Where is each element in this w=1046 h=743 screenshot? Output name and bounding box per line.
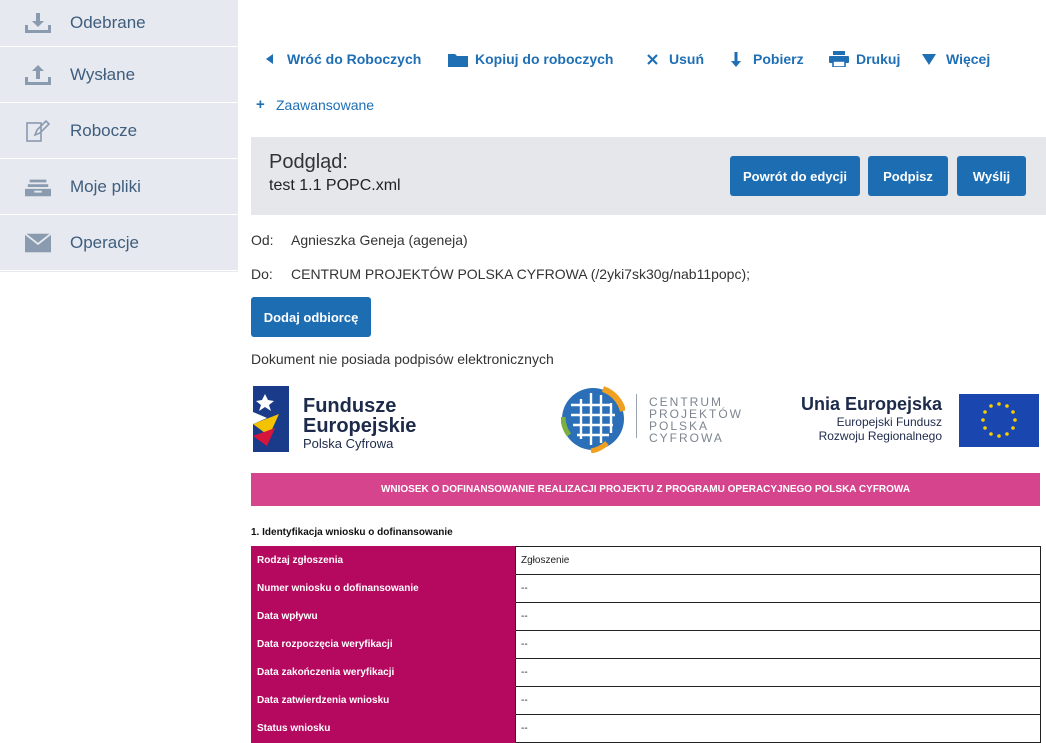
row-value: Zgłoszenie xyxy=(515,546,1041,575)
message-toolbar: Wróć do Roboczych Kopiuj do roboczych Us… xyxy=(251,44,1041,74)
form-banner: WNIOSEK O DOFINANSOWANIE REALIZACJI PROJ… xyxy=(251,473,1040,506)
close-icon xyxy=(641,53,663,65)
sidebar-item-label: Operacje xyxy=(70,232,139,252)
draft-edit-icon xyxy=(25,119,51,142)
table-row: Data zakończenia weryfikacji -- xyxy=(251,658,1041,687)
table-row: Rodzaj zgłoszenia Zgłoszenie xyxy=(251,546,1041,575)
logos-strip: Fundusze Europejskie Polska Cyfrowa CENT… xyxy=(251,380,1041,458)
sign-button[interactable]: Podpisz xyxy=(868,156,948,196)
folder-icon xyxy=(447,52,469,67)
identification-table: Rodzaj zgłoszenia Zgłoszenie Numer wnios… xyxy=(251,546,1041,743)
file-name: test 1.1 POPC.xml xyxy=(269,177,401,194)
to-line: Do: CENTRUM PROJEKTÓW POLSKA CYFROWA (/2y… xyxy=(251,266,751,282)
row-label: Status wniosku xyxy=(251,714,516,743)
preview-header: Podgląd: test 1.1 POPC.xml Powrót do edy… xyxy=(251,137,1046,215)
sidebar-item-label: Moje pliki xyxy=(70,176,141,196)
from-value: Agnieszka Geneja (ageneja) xyxy=(291,232,468,248)
row-label: Rodzaj zgłoszenia xyxy=(251,546,516,575)
back-to-edit-button[interactable]: Powrót do edycji xyxy=(730,156,860,196)
arrow-down-icon xyxy=(725,51,747,67)
plus-icon: + xyxy=(256,96,265,113)
row-value: -- xyxy=(515,686,1041,715)
signature-status: Dokument nie posiada podpisów elektronic… xyxy=(251,351,554,367)
advanced-toggle[interactable]: + Zaawansowane xyxy=(256,96,374,113)
sidebar-item-operations[interactable]: Operacje xyxy=(0,215,238,271)
sidebar-item-label: Robocze xyxy=(70,120,138,140)
fundusze-europejskie-logo-icon xyxy=(251,384,291,459)
add-recipient-button[interactable]: Dodaj odbiorcę xyxy=(251,297,371,337)
printer-icon xyxy=(828,51,850,67)
row-label: Numer wniosku o dofinansowanie xyxy=(251,574,516,603)
table-row: Data rozpoczęcia weryfikacji -- xyxy=(251,630,1041,659)
caret-left-icon xyxy=(259,54,281,64)
print-link[interactable]: Drukuj xyxy=(828,44,900,74)
download-tray-icon xyxy=(25,12,51,34)
row-label: Data zatwierdzenia wniosku xyxy=(251,686,516,715)
section-title: 1. Identyfikacja wniosku o dofinansowani… xyxy=(251,527,453,538)
sidebar-item-drafts[interactable]: Robocze xyxy=(0,103,238,159)
files-stack-icon xyxy=(25,176,51,198)
sidebar-item-my-files[interactable]: Moje pliki xyxy=(0,159,238,215)
from-line: Od: Agnieszka Geneja (ageneja) xyxy=(251,232,468,248)
row-value: -- xyxy=(515,630,1041,659)
row-label: Data zakończenia weryfikacji xyxy=(251,658,516,687)
cpc-logo-text: CENTRUM PROJEKTÓW POLSKA CYFROWA xyxy=(649,395,744,445)
to-value: CENTRUM PROJEKTÓW POLSKA CYFROWA (/2yki7… xyxy=(291,266,751,282)
envelope-icon xyxy=(25,232,51,254)
upload-tray-icon xyxy=(25,64,51,86)
row-label: Data rozpoczęcia weryfikacji xyxy=(251,630,516,659)
ue-logo-text: Unia Europejska Europejski Fundusz Rozwo… xyxy=(800,394,942,443)
download-link[interactable]: Pobierz xyxy=(725,44,804,74)
sidebar: Odebrane Wysłane Robocze Moje pliki Oper… xyxy=(0,0,238,272)
copy-to-drafts-link[interactable]: Kopiuj do roboczych xyxy=(447,44,613,74)
row-label: Data wpływu xyxy=(251,602,516,631)
send-button[interactable]: Wyślij xyxy=(957,156,1026,196)
sidebar-item-label: Odebrane xyxy=(70,13,146,32)
delete-link[interactable]: Usuń xyxy=(641,44,704,74)
logo-divider xyxy=(636,394,637,438)
page-title: Podgląd: xyxy=(269,151,348,173)
sidebar-item-sent[interactable]: Wysłane xyxy=(0,47,238,103)
fundusze-europejskie-text: Fundusze Europejskie Polska Cyfrowa xyxy=(303,395,417,451)
row-value: -- xyxy=(515,658,1041,687)
table-row: Data wpływu -- xyxy=(251,602,1041,631)
sidebar-item-label: Wysłane xyxy=(70,64,136,84)
table-row: Numer wniosku o dofinansowanie -- xyxy=(251,574,1041,603)
row-value: -- xyxy=(515,574,1041,603)
cpc-maze-logo-icon xyxy=(560,385,626,458)
sidebar-item-received[interactable]: Odebrane xyxy=(0,0,238,47)
table-row: Data zatwierdzenia wniosku -- xyxy=(251,686,1041,715)
more-dropdown[interactable]: Więcej xyxy=(918,44,990,74)
eu-flag-icon xyxy=(959,394,1039,452)
back-to-drafts-link[interactable]: Wróć do Roboczych xyxy=(259,44,421,74)
row-value: -- xyxy=(515,602,1041,631)
row-value: -- xyxy=(515,714,1041,743)
caret-down-icon xyxy=(918,53,940,65)
table-row: Status wniosku -- xyxy=(251,714,1041,743)
